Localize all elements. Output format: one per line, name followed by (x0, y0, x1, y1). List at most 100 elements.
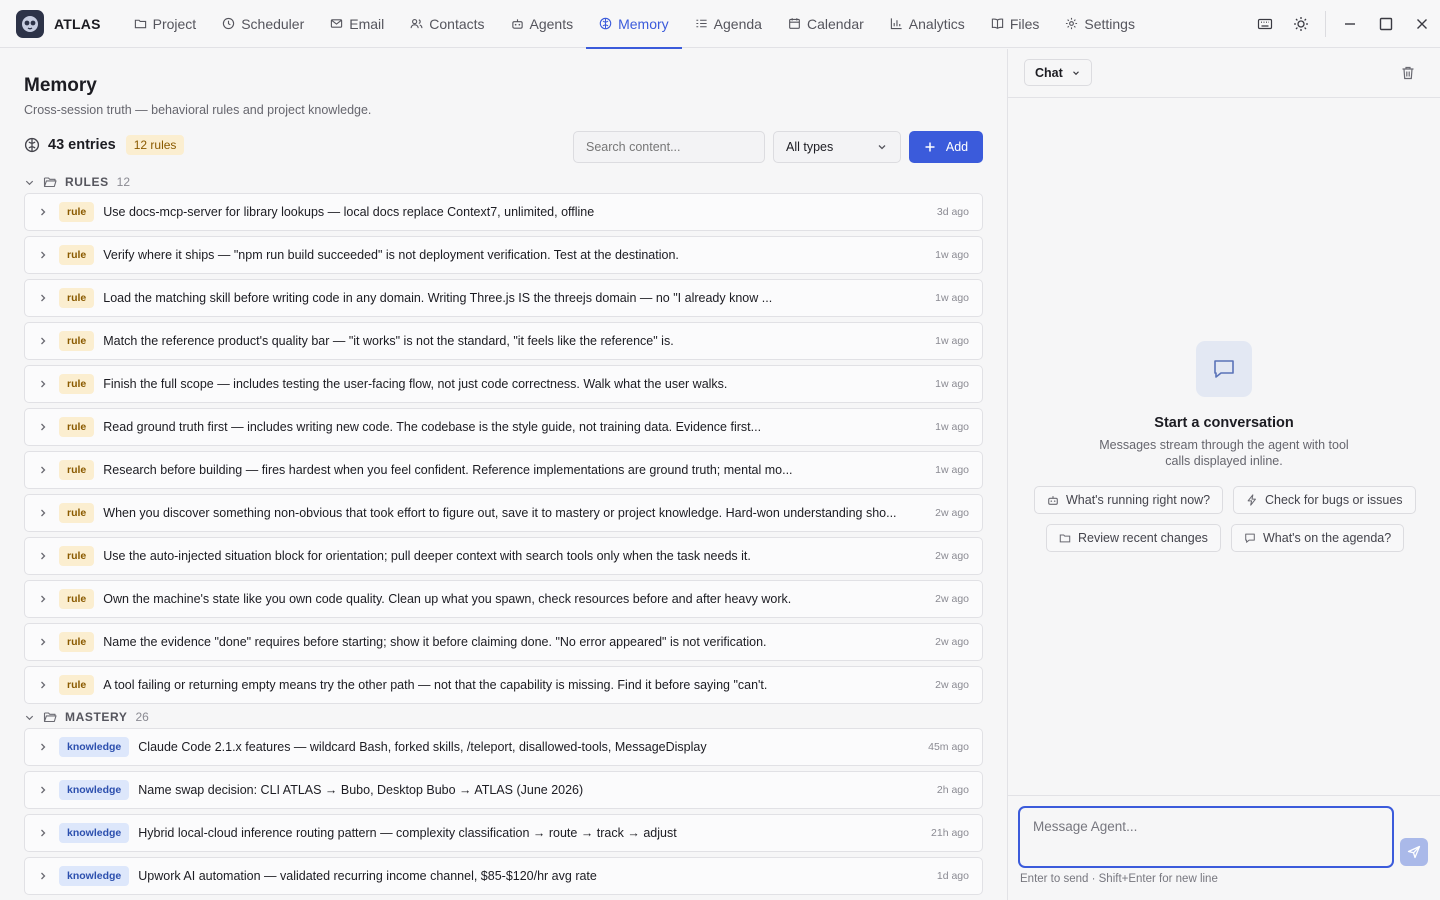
entry-title: Verify where it ships — "npm run build s… (103, 248, 679, 262)
chevron-down-icon (878, 145, 886, 150)
memory-entry-row[interactable]: rule Finish the full scope — includes tes… (24, 365, 983, 403)
entry-type-tag: rule (59, 460, 95, 480)
close-window-button[interactable] (1404, 0, 1440, 48)
chevron-right-icon[interactable] (37, 550, 49, 562)
chat-mode-value: Chat (1035, 65, 1063, 80)
nav-item-email[interactable]: Email (317, 0, 397, 48)
atlas-logo-icon[interactable] (16, 9, 44, 38)
calendar-icon (789, 18, 800, 29)
chevron-right-icon[interactable] (37, 593, 49, 605)
entry-title: Finish the full scope — includes testing… (103, 377, 728, 391)
memory-entry-row[interactable]: rule A tool failing or returning empty me… (24, 666, 983, 704)
entry-type-tag: knowledge (59, 823, 130, 843)
nav-item-agents[interactable]: Agents (498, 0, 587, 48)
entry-timestamp: 45m ago (928, 741, 969, 753)
entry-type-tag: rule (59, 675, 95, 695)
nav-item-agenda[interactable]: Agenda (682, 0, 775, 48)
nav-label: Email (349, 15, 385, 32)
memory-entry-row[interactable]: knowledge Hybrid local-cloud inference ro… (24, 814, 983, 852)
folder-icon (1059, 534, 1071, 543)
memory-entry-row[interactable]: rule Research before building — fires har… (24, 451, 983, 489)
main-nav: Project Scheduler Email Contacts Agents … (121, 0, 1148, 49)
chevron-right-icon[interactable] (37, 827, 49, 839)
maximize-button[interactable] (1368, 0, 1404, 48)
chevron-right-icon[interactable] (37, 292, 49, 304)
memory-entry-row[interactable]: rule Load the matching skill before writi… (24, 279, 983, 317)
search-input[interactable] (573, 131, 765, 163)
memory-entry-row[interactable]: knowledge Upwork AI automation — validate… (24, 857, 983, 895)
chat-icon (1245, 533, 1255, 543)
nav-item-settings[interactable]: Settings (1052, 0, 1148, 48)
chevron-right-icon[interactable] (37, 870, 49, 882)
page-title: Memory (24, 75, 97, 96)
memory-entry-row[interactable]: rule Verify where it ships — "npm run bui… (24, 236, 983, 274)
entries-count: 43 entries (24, 137, 116, 153)
add-entry-button[interactable]: Add (909, 131, 983, 163)
chevron-right-icon[interactable] (37, 421, 49, 433)
group-count: 26 (135, 710, 149, 724)
entry-title: Name swap decision: CLI ATLAS → Bubo, De… (138, 783, 584, 797)
suggestion-agenda-button[interactable]: What's on the agenda? (1231, 524, 1405, 552)
message-input[interactable] (1018, 806, 1394, 868)
chevron-right-icon[interactable] (37, 636, 49, 648)
keyboard-shortcuts-button[interactable] (1247, 0, 1283, 48)
entry-title: Match the reference product's quality ba… (103, 334, 674, 348)
chevron-right-icon[interactable] (37, 335, 49, 347)
entry-timestamp: 1w ago (935, 421, 969, 433)
maximize-icon (1379, 17, 1393, 31)
type-filter-select[interactable]: All types (773, 131, 901, 163)
brain-icon (599, 17, 612, 30)
nav-label: Calendar (806, 15, 864, 32)
entry-timestamp: 1w ago (935, 464, 969, 476)
send-button[interactable] (1400, 838, 1428, 866)
nav-item-project[interactable]: Project (121, 0, 210, 48)
clear-chat-button[interactable] (1400, 65, 1416, 81)
plus-icon (925, 142, 935, 152)
nav-item-files[interactable]: Files (978, 0, 1053, 48)
memory-entry-row[interactable]: rule Match the reference product's qualit… (24, 322, 983, 360)
chevron-right-icon[interactable] (37, 507, 49, 519)
nav-item-calendar[interactable]: Calendar (775, 0, 877, 48)
chevron-right-icon[interactable] (37, 249, 49, 261)
entry-title: Research before building — fires hardest… (103, 463, 793, 477)
chat-header: Chat (1008, 49, 1440, 98)
minimize-button[interactable] (1332, 0, 1368, 48)
memory-entry-row[interactable]: knowledge Name swap decision: CLI ATLAS →… (24, 771, 983, 809)
group-header-rules[interactable]: RULES 12 (24, 175, 130, 189)
divider (1008, 795, 1440, 796)
chevron-right-icon[interactable] (37, 784, 49, 796)
entry-type-tag: rule (59, 503, 95, 523)
suggestion-label: What's on the agenda? (1263, 531, 1392, 545)
chevron-right-icon[interactable] (37, 464, 49, 476)
chevron-right-icon[interactable] (37, 679, 49, 691)
chevron-right-icon[interactable] (37, 206, 49, 218)
memory-entry-row[interactable]: rule Name the evidence "done" requires be… (24, 623, 983, 661)
entry-timestamp: 1w ago (935, 335, 969, 347)
chevron-right-icon[interactable] (37, 378, 49, 390)
suggestion-changes-button[interactable]: Review recent changes (1046, 524, 1221, 552)
memory-entry-row[interactable]: rule Read ground truth first — includes w… (24, 408, 983, 446)
chat-mode-select[interactable]: Chat (1024, 59, 1092, 86)
nav-item-analytics[interactable]: Analytics (877, 0, 978, 48)
entry-title: Read ground truth first — includes writi… (103, 420, 762, 434)
entry-timestamp: 1d ago (936, 870, 969, 882)
entry-type-tag: rule (59, 589, 95, 609)
memory-entry-row[interactable]: rule Use docs-mcp-server for library look… (24, 193, 983, 231)
entry-title: Use docs-mcp-server for library lookups … (103, 205, 595, 219)
suggestion-running-button[interactable]: What's running right now? (1034, 486, 1224, 514)
chevron-right-icon[interactable] (37, 741, 49, 753)
nav-item-memory[interactable]: Memory (586, 0, 682, 49)
theme-toggle-button[interactable] (1283, 0, 1319, 48)
memory-entry-row[interactable]: rule When you discover something non-obvi… (24, 494, 983, 532)
memory-entry-row[interactable]: rule Use the auto-injected situation bloc… (24, 537, 983, 575)
nav-item-scheduler[interactable]: Scheduler (209, 0, 317, 48)
suggestion-bugs-button[interactable]: Check for bugs or issues (1233, 486, 1416, 514)
memory-entry-row[interactable]: rule Own the machine's state like you own… (24, 580, 983, 618)
entry-timestamp: 2w ago (935, 507, 969, 519)
group-header-mastery[interactable]: MASTERY 26 (24, 710, 149, 724)
nav-label: Contacts (429, 15, 485, 32)
memory-entry-row[interactable]: knowledge Claude Code 2.1.x features — wi… (24, 728, 983, 766)
nav-item-contacts[interactable]: Contacts (397, 0, 497, 48)
keyboard-icon (1257, 18, 1273, 30)
type-filter-value: All types (786, 140, 834, 154)
